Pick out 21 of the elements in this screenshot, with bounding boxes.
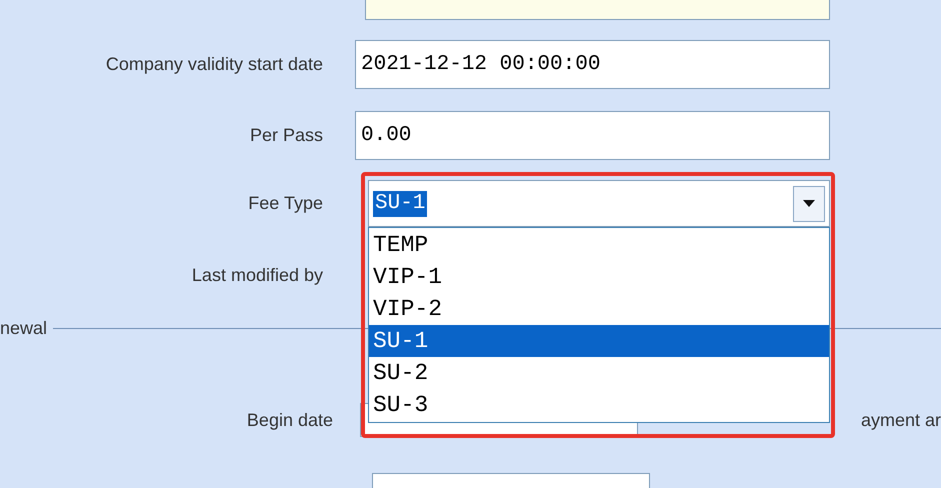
dropdown-option[interactable]: SU-3 <box>369 389 829 421</box>
dropdown-option[interactable]: SU-2 <box>369 357 829 389</box>
field-label: Last modified by <box>192 264 323 287</box>
dropdown-button[interactable] <box>793 186 825 222</box>
field-label: Per Pass <box>250 124 323 147</box>
group-title: newal <box>0 316 48 340</box>
dropdown-option[interactable]: VIP-1 <box>369 261 829 293</box>
field-label: ayment ar <box>860 408 941 432</box>
dropdown-option[interactable]: TEMP <box>369 229 829 261</box>
text-field[interactable]: 2021-12-12 00:00:00 <box>355 40 830 89</box>
text-field[interactable]: 0.00 <box>355 111 830 160</box>
dropdown-option[interactable]: VIP-2 <box>369 293 829 325</box>
caret-icon <box>803 200 815 207</box>
field-label: Begin date <box>246 408 333 432</box>
field-label: Company validity start date <box>106 53 323 76</box>
text-field[interactable] <box>365 0 830 20</box>
fee-type-dropdown[interactable]: SU-1 <box>368 180 830 227</box>
dropdown-option[interactable]: SU-1 <box>369 325 829 357</box>
field-label: Fee Type <box>248 192 323 215</box>
text-field[interactable] <box>372 473 650 488</box>
selected-value: SU-1 <box>373 190 428 216</box>
